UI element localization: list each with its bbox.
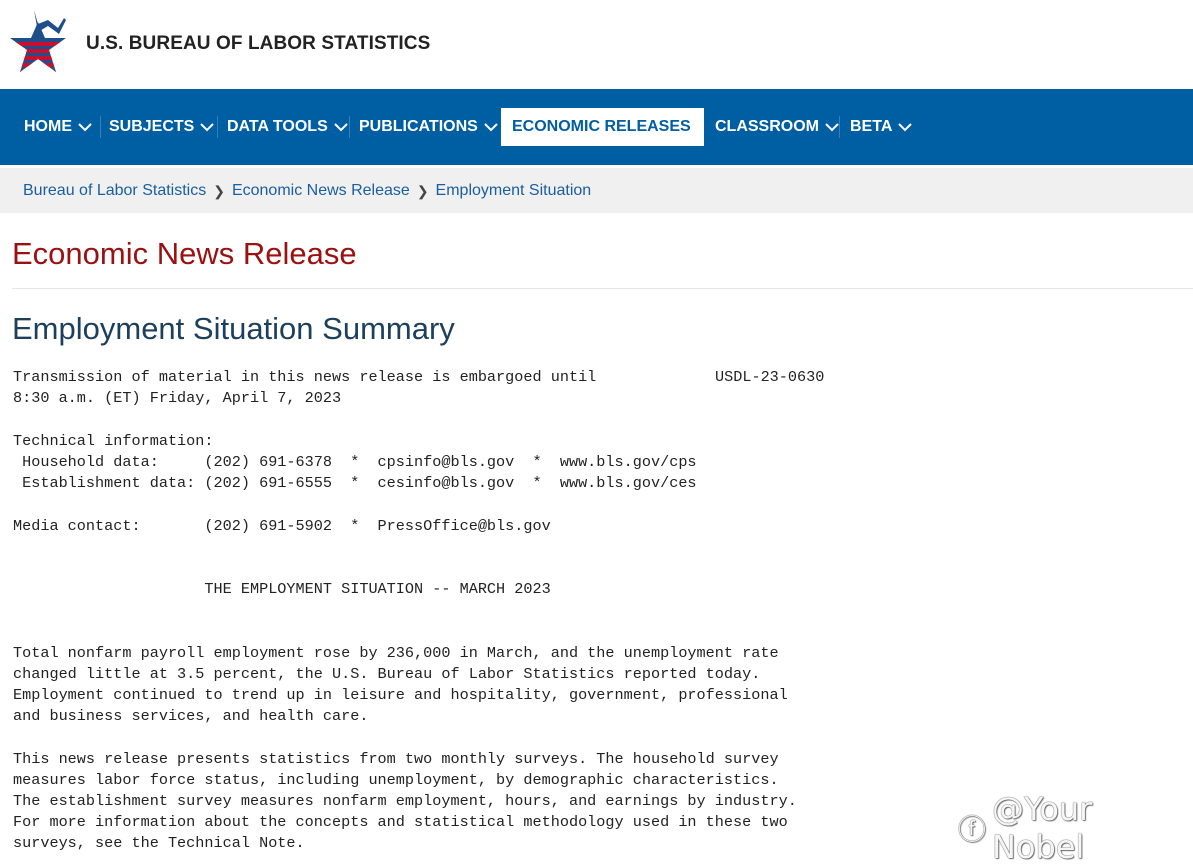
nav-publications[interactable]: PUBLICATIONS bbox=[348, 108, 509, 146]
nav-subjects[interactable]: SUBJECTS bbox=[98, 108, 225, 146]
paragraph-line: surveys, see the Technical Note. bbox=[13, 834, 305, 852]
chevron-down-icon bbox=[825, 123, 839, 132]
nav-home[interactable]: HOME bbox=[13, 108, 103, 146]
release-headline: THE EMPLOYMENT SITUATION -- MARCH 2023 bbox=[13, 580, 551, 598]
chevron-down-icon bbox=[484, 123, 498, 132]
release-number: USDL-23-0630 bbox=[715, 368, 825, 386]
paragraph-line: measures labor force status, including u… bbox=[13, 771, 779, 789]
chevron-down-icon bbox=[200, 123, 215, 132]
breadcrumb-link-bls[interactable]: Bureau of Labor Statistics bbox=[23, 182, 206, 200]
embargo-line-1: Transmission of material in this news re… bbox=[13, 368, 597, 386]
nav-beta-label: BETA bbox=[850, 118, 893, 135]
breadcrumb: Bureau of Labor Statistics ❯ Economic Ne… bbox=[23, 182, 591, 200]
chevron-down-icon bbox=[78, 123, 92, 132]
zhihu-icon: ⓕ bbox=[958, 813, 987, 846]
nav-subjects-label: SUBJECTS bbox=[109, 118, 195, 135]
household-contact: Household data: (202) 691-6378 * cpsinfo… bbox=[13, 453, 697, 471]
nav-publications-label: PUBLICATIONS bbox=[359, 118, 478, 135]
media-contact: Media contact: (202) 691-5902 * PressOff… bbox=[13, 517, 551, 535]
paragraph-line: and business services, and health care. bbox=[13, 707, 369, 725]
paragraph-line: For more information about the concepts … bbox=[13, 813, 788, 831]
nav-economic-releases-label: ECONOMIC RELEASES bbox=[512, 118, 691, 135]
embargo-line-2: 8:30 a.m. (ET) Friday, April 7, 2023 bbox=[13, 389, 342, 407]
page-title: Economic News Release bbox=[12, 236, 357, 271]
chevron-down-icon bbox=[334, 123, 348, 132]
site-header: U.S. BUREAU OF LABOR STATISTICS bbox=[0, 0, 1193, 89]
nav-data-tools[interactable]: DATA TOOLS bbox=[216, 108, 359, 146]
tech-info-heading: Technical information: bbox=[13, 432, 214, 450]
breadcrumb-link-news-release[interactable]: Economic News Release bbox=[232, 182, 410, 200]
nav-classroom-label: CLASSROOM bbox=[715, 118, 819, 135]
breadcrumb-bar: Bureau of Labor Statistics ❯ Economic Ne… bbox=[0, 168, 1193, 213]
summary-title: Employment Situation Summary bbox=[12, 311, 455, 346]
paragraph-line: The establishment survey measures nonfar… bbox=[13, 792, 797, 810]
bls-star-logo-icon bbox=[10, 10, 66, 72]
paragraph-line: This news release presents statistics fr… bbox=[13, 750, 779, 768]
main-nav: HOME SUBJECTS DATA TOOLS PUBLICATIONS EC… bbox=[0, 89, 1193, 165]
nav-classroom[interactable]: CLASSROOM bbox=[704, 108, 850, 146]
nav-data-tools-label: DATA TOOLS bbox=[227, 118, 328, 135]
nav-beta[interactable]: BETA bbox=[839, 108, 923, 146]
establishment-contact: Establishment data: (202) 691-6555 * ces… bbox=[13, 474, 697, 492]
divider bbox=[12, 288, 1193, 289]
watermark: ⓕ @Your Nobel bbox=[958, 790, 1193, 866]
agency-name[interactable]: U.S. BUREAU OF LABOR STATISTICS bbox=[86, 33, 430, 55]
chevron-right-icon: ❯ bbox=[416, 182, 429, 199]
chevron-right-icon: ❯ bbox=[213, 182, 225, 199]
paragraph-line: Employment continued to trend up in leis… bbox=[13, 686, 788, 704]
chevron-down-icon bbox=[898, 123, 913, 132]
watermark-text: @Your Nobel bbox=[992, 790, 1093, 866]
breadcrumb-link-employment-situation[interactable]: Employment Situation bbox=[436, 182, 592, 200]
nav-home-label: HOME bbox=[24, 118, 72, 135]
paragraph-line: Total nonfarm payroll employment rose by… bbox=[13, 644, 779, 662]
paragraph-line: changed little at 3.5 percent, the U.S. … bbox=[13, 665, 761, 683]
nav-economic-releases[interactable]: ECONOMIC RELEASES bbox=[501, 108, 704, 146]
